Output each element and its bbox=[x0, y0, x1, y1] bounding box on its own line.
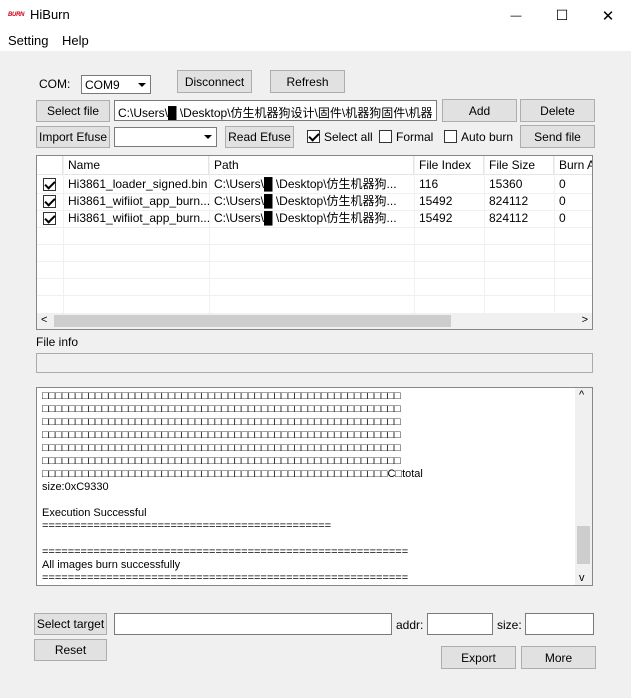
scroll-down-icon[interactable]: v bbox=[579, 572, 585, 584]
target-input[interactable] bbox=[114, 613, 392, 635]
column-header-check[interactable] bbox=[37, 156, 63, 175]
cell-file-index: 116 bbox=[419, 177, 439, 191]
cell-file-size: 824112 bbox=[489, 194, 529, 208]
file-path-value: C:\Users\█ \Desktop\仿生机器狗设计\固件\机器狗固件\机器 bbox=[118, 106, 433, 120]
horizontal-scrollbar[interactable]: < > bbox=[37, 313, 592, 329]
select-all-checkbox[interactable] bbox=[307, 130, 320, 143]
close-window-button[interactable]: ✕ bbox=[585, 0, 631, 31]
formal-checkbox[interactable] bbox=[379, 130, 392, 143]
table-row[interactable]: Hi3861_loader_signed.bin C:\Users\█ \Des… bbox=[37, 176, 592, 193]
export-button[interactable]: Export bbox=[441, 646, 516, 669]
cell-path: C:\Users\█ \Desktop\仿生机器狗... bbox=[214, 177, 397, 191]
refresh-button[interactable]: Refresh bbox=[270, 70, 345, 93]
maximize-button[interactable]: ☐ bbox=[539, 0, 585, 31]
cell-name: Hi3861_wifiiot_app_burn... bbox=[68, 211, 209, 225]
reset-button[interactable]: Reset bbox=[34, 639, 107, 661]
more-button[interactable]: More bbox=[521, 646, 596, 669]
maximize-icon: ☐ bbox=[555, 7, 569, 23]
file-list-header: Name Path File Index File Size Burn A bbox=[37, 156, 592, 175]
select-file-button[interactable]: Select file bbox=[36, 100, 110, 122]
cell-file-index: 15492 bbox=[419, 194, 453, 208]
scroll-up-icon[interactable]: ^ bbox=[579, 389, 584, 401]
chevron-down-icon bbox=[200, 128, 216, 146]
cell-burn-addr: 0 bbox=[559, 194, 566, 208]
cell-burn-addr: 0 bbox=[559, 211, 566, 225]
app-logo-icon: BURN bbox=[8, 12, 25, 18]
auto-burn-label: Auto burn bbox=[461, 130, 514, 144]
grid-line bbox=[37, 278, 592, 279]
minimize-icon: — bbox=[510, 9, 522, 22]
column-header-burn-addr[interactable]: Burn A bbox=[554, 156, 592, 175]
file-info-label: File info bbox=[36, 335, 79, 349]
read-efuse-button[interactable]: Read Efuse bbox=[225, 126, 294, 148]
file-info-field bbox=[36, 353, 593, 373]
column-header-name[interactable]: Name bbox=[63, 156, 209, 175]
efuse-select[interactable] bbox=[114, 127, 217, 147]
send-file-button[interactable]: Send file bbox=[520, 125, 595, 148]
grid-line bbox=[37, 227, 592, 228]
auto-burn-checkbox[interactable] bbox=[444, 130, 457, 143]
column-header-file-size[interactable]: File Size bbox=[484, 156, 554, 175]
scroll-right-icon[interactable]: > bbox=[582, 314, 588, 326]
row-checkbox[interactable] bbox=[43, 212, 56, 225]
row-checkbox[interactable] bbox=[43, 195, 56, 208]
minimize-button[interactable]: — bbox=[493, 0, 539, 31]
cell-path: C:\Users\█ \Desktop\仿生机器狗... bbox=[214, 194, 397, 208]
menu-help[interactable]: Help bbox=[62, 33, 89, 48]
vertical-scroll-thumb[interactable] bbox=[577, 526, 590, 564]
log-text: □□□□□□□□□□□□□□□□□□□□□□□□□□□□□□□□□□□□□□□□… bbox=[42, 390, 423, 584]
disconnect-button[interactable]: Disconnect bbox=[177, 70, 252, 93]
chevron-down-icon bbox=[134, 76, 150, 93]
window-title: HiBurn bbox=[30, 7, 70, 22]
cell-name: Hi3861_loader_signed.bin bbox=[68, 177, 208, 191]
column-header-path[interactable]: Path bbox=[209, 156, 414, 175]
addr-input[interactable] bbox=[427, 613, 493, 635]
cell-file-size: 15360 bbox=[489, 177, 523, 191]
formal-label: Formal bbox=[396, 130, 434, 144]
column-header-file-index[interactable]: File Index bbox=[414, 156, 484, 175]
scroll-left-icon[interactable]: < bbox=[41, 314, 47, 326]
cell-path: C:\Users\█ \Desktop\仿生机器狗... bbox=[214, 211, 397, 225]
size-input[interactable] bbox=[525, 613, 594, 635]
close-icon: ✕ bbox=[601, 7, 615, 25]
file-path-input[interactable]: C:\Users\█ \Desktop\仿生机器狗设计\固件\机器狗固件\机器 bbox=[114, 100, 437, 121]
grid-line bbox=[37, 261, 592, 262]
com-selected-value: COM9 bbox=[85, 78, 120, 92]
cell-file-index: 15492 bbox=[419, 211, 453, 225]
log-output[interactable]: □□□□□□□□□□□□□□□□□□□□□□□□□□□□□□□□□□□□□□□□… bbox=[36, 387, 593, 586]
delete-button[interactable]: Delete bbox=[520, 99, 595, 122]
cell-burn-addr: 0 bbox=[559, 177, 566, 191]
cell-name: Hi3861_wifiiot_app_burn... bbox=[68, 194, 209, 208]
com-label: COM: bbox=[39, 77, 71, 91]
grid-line bbox=[37, 244, 592, 245]
table-row[interactable]: Hi3861_wifiiot_app_burn... C:\Users\█ \D… bbox=[37, 193, 592, 210]
horizontal-scroll-thumb[interactable] bbox=[54, 315, 451, 327]
select-all-label: Select all bbox=[324, 130, 373, 144]
cell-file-size: 824112 bbox=[489, 211, 529, 225]
vertical-scrollbar[interactable]: ^ v bbox=[575, 388, 592, 585]
add-button[interactable]: Add bbox=[442, 99, 517, 122]
import-efuse-button[interactable]: Import Efuse bbox=[36, 126, 110, 148]
com-select[interactable]: COM9 bbox=[81, 75, 151, 94]
menu-setting[interactable]: Setting bbox=[8, 33, 48, 48]
addr-label: addr: bbox=[396, 618, 424, 632]
row-checkbox[interactable] bbox=[43, 178, 56, 191]
select-target-button[interactable]: Select target bbox=[34, 613, 107, 635]
grid-line bbox=[37, 295, 592, 296]
file-list[interactable]: Name Path File Index File Size Burn A Hi… bbox=[36, 155, 593, 330]
menu-bar bbox=[0, 31, 631, 51]
table-row[interactable]: Hi3861_wifiiot_app_burn... C:\Users\█ \D… bbox=[37, 210, 592, 227]
size-label: size: bbox=[497, 618, 522, 632]
